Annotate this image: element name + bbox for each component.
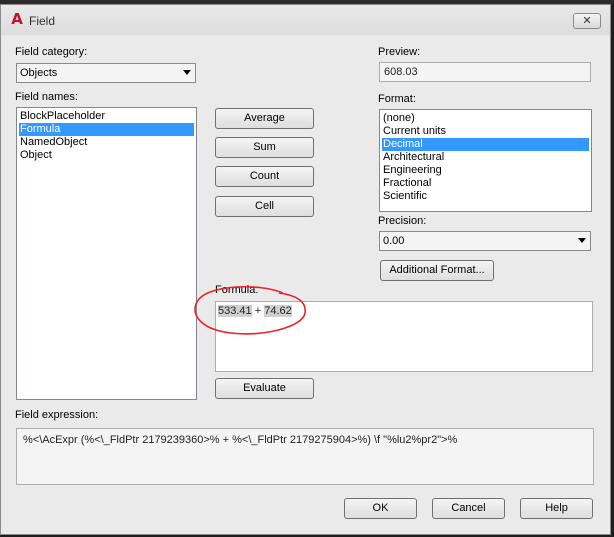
dialog-title: Field — [29, 14, 56, 28]
field-expression-value: %<\AcExpr (%<\_FldPtr 2179239360>% + %<\… — [23, 434, 458, 446]
average-button[interactable]: Average — [215, 108, 314, 129]
field-names-list[interactable]: BlockPlaceholder Formula NamedObject Obj… — [16, 107, 197, 400]
field-names-label: Field names: — [15, 91, 78, 103]
autocad-app-icon: A — [11, 10, 23, 28]
field-name-item[interactable]: BlockPlaceholder — [19, 110, 194, 123]
field-expression-field: %<\AcExpr (%<\_FldPtr 2179239360>% + %<\… — [16, 428, 594, 485]
format-item[interactable]: Architectural — [382, 151, 589, 164]
preview-label: Preview: — [378, 46, 421, 58]
chevron-down-icon — [183, 70, 191, 75]
precision-value: 0.00 — [383, 235, 405, 247]
field-category-label: Field category: — [15, 46, 88, 58]
count-button[interactable]: Count — [215, 166, 314, 187]
precision-label: Precision: — [378, 215, 427, 227]
format-item[interactable]: (none) — [382, 112, 589, 125]
field-dialog: A Field ✕ Field category: Objects Field … — [0, 4, 611, 535]
format-label: Format: — [378, 93, 416, 105]
format-item[interactable]: Scientific — [382, 190, 589, 203]
title-bar: A Field ✕ — [1, 5, 610, 35]
additional-format-button[interactable]: Additional Format... — [380, 260, 494, 281]
field-name-item[interactable]: NamedObject — [19, 136, 194, 149]
format-list[interactable]: (none) Current units Decimal Architectur… — [379, 109, 592, 212]
format-item[interactable]: Engineering — [382, 164, 589, 177]
field-category-dropdown[interactable]: Objects — [16, 63, 196, 83]
annotation-circle — [194, 285, 306, 335]
preview-field: 608.03 — [379, 62, 591, 82]
cell-button[interactable]: Cell — [215, 196, 314, 217]
cancel-button[interactable]: Cancel — [432, 498, 505, 519]
close-button[interactable]: ✕ — [573, 13, 601, 29]
field-name-item-selected[interactable]: Formula — [19, 123, 194, 136]
evaluate-button[interactable]: Evaluate — [215, 378, 314, 399]
sum-button[interactable]: Sum — [215, 137, 314, 158]
precision-dropdown[interactable]: 0.00 — [379, 231, 591, 251]
field-name-item[interactable]: Object — [19, 149, 194, 162]
ok-button[interactable]: OK — [344, 498, 417, 519]
format-item[interactable]: Fractional — [382, 177, 589, 190]
format-item[interactable]: Current units — [382, 125, 589, 138]
format-item-selected[interactable]: Decimal — [382, 138, 589, 151]
field-expression-label: Field expression: — [15, 409, 99, 421]
field-category-value: Objects — [20, 67, 58, 79]
chevron-down-icon — [578, 238, 586, 243]
help-button[interactable]: Help — [520, 498, 593, 519]
preview-value: 608.03 — [384, 66, 418, 78]
